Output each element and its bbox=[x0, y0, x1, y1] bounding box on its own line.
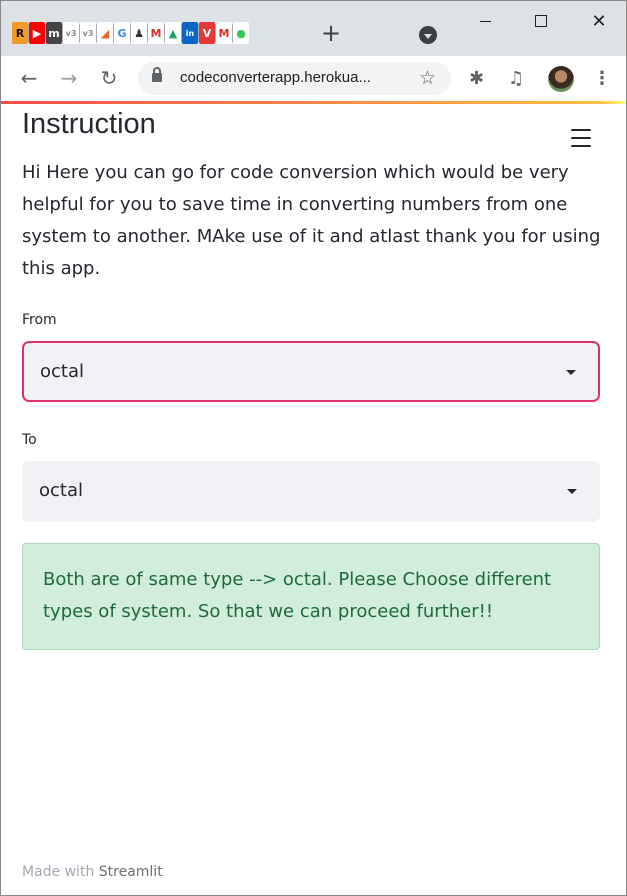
linkedin-icon[interactable]: in bbox=[182, 22, 199, 44]
window-close-icon[interactable]: ✕ bbox=[587, 9, 611, 33]
google-icon[interactable]: G bbox=[114, 22, 131, 44]
tab-favicons: R ▶ m v3 v3 ◢ G ♟ M ▲ in V M ● bbox=[12, 22, 249, 44]
v3-icon[interactable]: v3 bbox=[80, 22, 97, 44]
streamlit-app: Instruction Hi Here you can go for code … bbox=[1, 104, 626, 895]
from-label: From bbox=[22, 312, 57, 328]
footer: Made with Streamlit bbox=[22, 864, 163, 880]
gmail-icon[interactable]: M bbox=[216, 22, 233, 44]
to-label: To bbox=[22, 432, 37, 448]
lock-icon[interactable] bbox=[152, 67, 162, 82]
browser-toolbar: ← → ↻ codeconverterapp.herokua... ☆ ✱ ♫ … bbox=[1, 56, 626, 101]
success-alert: Both are of same type --> octal. Please … bbox=[22, 543, 600, 650]
streamlit-link[interactable]: Streamlit bbox=[99, 864, 163, 880]
to-select-value: octal bbox=[39, 480, 83, 501]
r-icon[interactable]: R bbox=[12, 22, 29, 44]
v-red-icon[interactable]: V bbox=[199, 22, 216, 44]
reload-icon[interactable]: ↻ bbox=[98, 66, 120, 90]
pdf-icon[interactable]: ◢ bbox=[97, 22, 114, 44]
profile-avatar[interactable] bbox=[548, 66, 574, 92]
address-bar[interactable]: codeconverterapp.herokua... ☆ bbox=[138, 62, 451, 95]
person-icon[interactable]: ♟ bbox=[131, 22, 148, 44]
new-tab-button[interactable]: + bbox=[319, 19, 343, 47]
from-select[interactable]: octal bbox=[22, 341, 600, 402]
green-dot-icon[interactable]: ● bbox=[233, 22, 249, 44]
footer-prefix: Made with bbox=[22, 864, 95, 880]
youtube-icon[interactable]: ▶ bbox=[29, 22, 46, 44]
v3-icon[interactable]: v3 bbox=[63, 22, 80, 44]
chevron-down-icon bbox=[566, 370, 576, 375]
browser-menu-icon[interactable]: ⋮ bbox=[593, 68, 611, 89]
page-title: Instruction bbox=[22, 108, 156, 140]
to-select[interactable]: octal bbox=[22, 461, 600, 522]
back-arrow-icon[interactable]: ← bbox=[18, 66, 40, 90]
hamburger-menu-icon[interactable] bbox=[571, 129, 591, 147]
app-icon[interactable]: m bbox=[46, 22, 63, 44]
browser-window: R ▶ m v3 v3 ◢ G ♟ M ▲ in V M ● + ✕ ← → ↻ codeconverte… bbox=[0, 0, 627, 896]
forward-arrow-icon[interactable]: → bbox=[58, 66, 80, 90]
url-text[interactable]: codeconverterapp.herokua... bbox=[180, 69, 371, 86]
bookmark-star-icon[interactable]: ☆ bbox=[419, 67, 436, 89]
instruction-text: Hi Here you can go for code conversion w… bbox=[22, 162, 601, 279]
gmail-icon[interactable]: M bbox=[148, 22, 165, 44]
extensions-icon[interactable]: ✱ bbox=[469, 68, 484, 89]
tab-search-icon[interactable] bbox=[419, 26, 437, 44]
maximize-icon[interactable] bbox=[529, 9, 553, 33]
from-select-value: octal bbox=[40, 361, 84, 382]
media-control-icon[interactable]: ♫ bbox=[508, 68, 524, 89]
drive-icon[interactable]: ▲ bbox=[165, 22, 182, 44]
minimize-icon[interactable] bbox=[473, 9, 497, 33]
chevron-down-icon bbox=[567, 489, 577, 494]
tab-strip: R ▶ m v3 v3 ◢ G ♟ M ▲ in V M ● + ✕ bbox=[1, 1, 626, 56]
